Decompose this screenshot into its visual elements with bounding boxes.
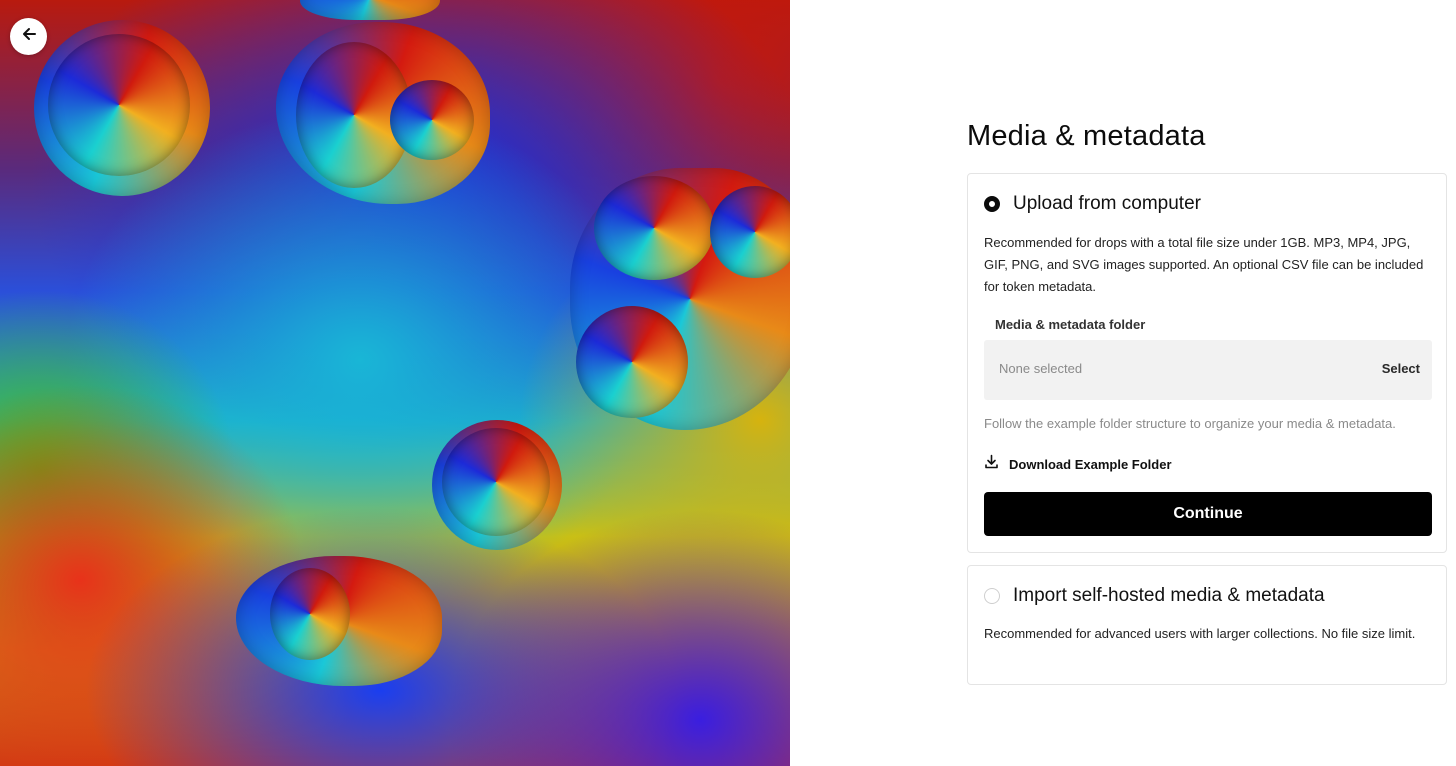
import-option-description: Recommended for advanced users with larg… — [984, 626, 1416, 641]
import-option-radio-row[interactable]: Import self-hosted media & metadata — [984, 585, 1325, 607]
import-option-label: Import self-hosted media & metadata — [1013, 585, 1325, 606]
bubble-shape — [390, 80, 474, 160]
folder-field-label: Media & metadata folder — [995, 317, 1146, 332]
bubble-shape — [710, 186, 790, 278]
back-button[interactable] — [10, 18, 47, 55]
bubble-shape — [576, 306, 688, 418]
folder-select-field[interactable]: None selected Select — [984, 340, 1432, 400]
media-metadata-panel: Media & metadata Upload from computer Re… — [967, 0, 1447, 766]
bubble-shape — [270, 568, 350, 660]
folder-structure-hint: Follow the example folder structure to o… — [984, 416, 1396, 431]
upload-option-description: Recommended for drops with a total file … — [984, 235, 1424, 294]
arrow-left-icon — [22, 27, 36, 46]
continue-button[interactable]: Continue — [984, 492, 1432, 536]
bubble-shape — [300, 0, 440, 20]
download-icon — [984, 454, 999, 474]
download-example-folder-label: Download Example Folder — [1009, 456, 1172, 472]
bubble-shape — [442, 428, 550, 536]
bubble-shape — [594, 176, 714, 280]
folder-select-button[interactable]: Select — [1382, 361, 1420, 376]
import-option-card[interactable]: Import self-hosted media & metadata Reco… — [967, 565, 1447, 685]
upload-option-label: Upload from computer — [1013, 193, 1201, 214]
page-title: Media & metadata — [967, 120, 1206, 152]
artwork-image — [0, 0, 790, 766]
import-option-radio[interactable] — [984, 588, 1000, 604]
upload-option-radio-row[interactable]: Upload from computer — [984, 193, 1201, 215]
folder-field-value: None selected — [999, 361, 1083, 376]
upload-option-radio[interactable] — [984, 196, 1000, 212]
download-example-folder-link[interactable]: Download Example Folder — [984, 454, 1172, 474]
upload-option-card[interactable]: Upload from computer Recommended for dro… — [967, 173, 1447, 553]
bubble-shape — [48, 34, 190, 176]
